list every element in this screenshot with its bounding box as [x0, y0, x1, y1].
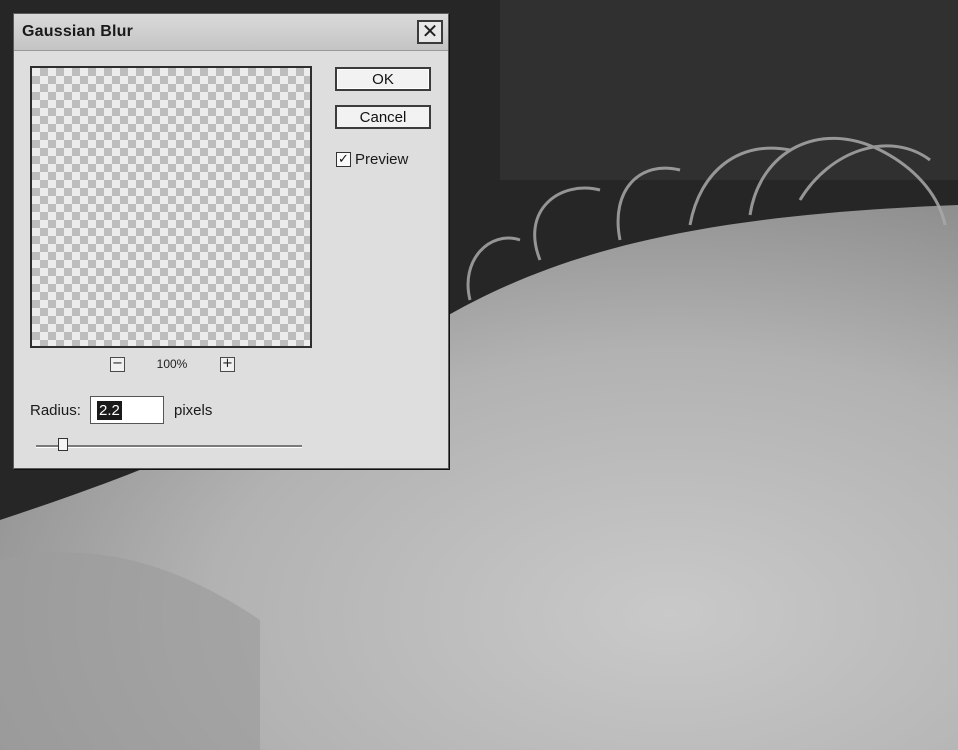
minus-icon: − [112, 356, 123, 371]
ok-button[interactable]: OK [335, 67, 431, 91]
preview-canvas[interactable] [30, 66, 312, 348]
radius-input[interactable]: 2.2 [90, 396, 164, 424]
dialog-title: Gaussian Blur [22, 23, 134, 40]
preview-label: Preview [355, 150, 409, 168]
checkmark-icon: ✓ [338, 151, 349, 167]
radius-label: Radius: [30, 402, 81, 419]
radius-value: 2.2 [97, 400, 122, 420]
close-button[interactable]: ✕ [417, 20, 443, 44]
preview-checkbox[interactable]: ✓ [336, 151, 351, 167]
radius-units-label: pixels [174, 402, 213, 419]
radius-slider-track[interactable] [36, 445, 302, 448]
zoom-level-text: 100% [156, 357, 188, 371]
dialog-titlebar[interactable]: Gaussian Blur ✕ [14, 14, 448, 51]
gaussian-blur-dialog: Gaussian Blur ✕ − 100% + OK Cancel ✓ Pre… [13, 13, 449, 469]
preview-checkbox-row[interactable]: ✓ Preview [336, 150, 408, 168]
radius-slider-thumb[interactable] [57, 438, 68, 451]
zoom-out-button[interactable]: − [110, 357, 125, 372]
zoom-in-button[interactable]: + [220, 357, 235, 372]
plus-icon: + [222, 356, 233, 371]
cancel-button[interactable]: Cancel [335, 105, 431, 129]
close-icon: ✕ [421, 21, 439, 43]
